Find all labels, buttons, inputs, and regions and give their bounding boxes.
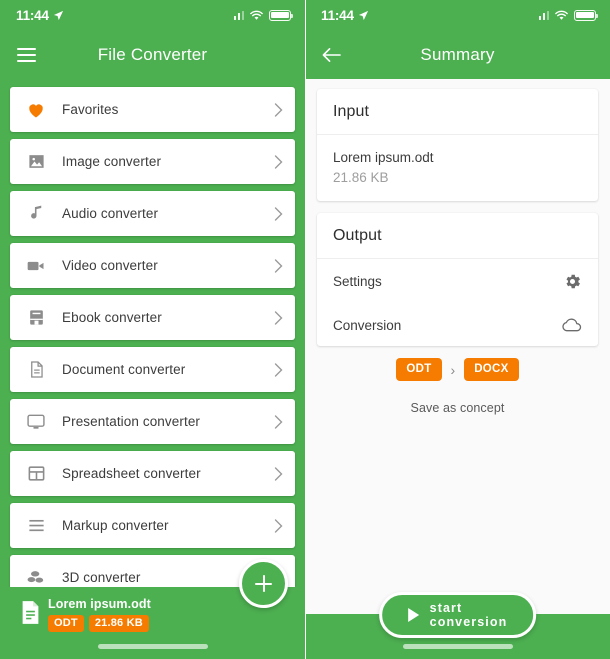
video-camera-icon bbox=[10, 256, 62, 276]
location-arrow-icon bbox=[53, 10, 63, 20]
selected-file-meta: Lorem ipsum.odt ODT 21.86 KB bbox=[48, 597, 151, 633]
chevron-right-icon bbox=[261, 206, 295, 221]
image-icon bbox=[10, 152, 62, 171]
output-panel: Output Settings Conversion bbox=[317, 213, 598, 347]
input-panel-body: Lorem ipsum.odt 21.86 KB bbox=[317, 135, 598, 201]
lines-icon bbox=[10, 516, 62, 535]
hamburger-menu-icon bbox=[16, 47, 36, 62]
source-format-chip[interactable]: ODT bbox=[396, 358, 442, 382]
list-item-label: Video converter bbox=[62, 258, 158, 273]
back-button[interactable] bbox=[305, 30, 357, 79]
list-item-label: Ebook converter bbox=[62, 310, 162, 325]
document-file-icon bbox=[12, 597, 48, 625]
cloud-icon[interactable] bbox=[561, 317, 582, 333]
wifi-icon bbox=[555, 10, 568, 20]
cellular-signal-icon bbox=[538, 10, 549, 20]
list-item-label: Audio converter bbox=[62, 206, 159, 221]
format-conversion-row: ODT › DOCX bbox=[317, 358, 598, 382]
list-item-image-converter[interactable]: Image converter bbox=[10, 139, 295, 184]
selected-file-name: Lorem ipsum.odt bbox=[48, 597, 151, 611]
right-screen-summary: 11:44 Summary Input Lorem ipsum.odt 21.8… bbox=[305, 0, 610, 659]
chevron-right-icon bbox=[261, 466, 295, 481]
cubes-3d-icon bbox=[10, 568, 62, 588]
start-conversion-label: start conversion bbox=[429, 601, 508, 629]
battery-full-icon bbox=[574, 9, 599, 21]
home-indicator-left bbox=[97, 644, 208, 649]
chevron-right-icon bbox=[261, 258, 295, 273]
converter-list-inner: Favorites Image converter Audio converte… bbox=[0, 87, 305, 600]
list-item-label: Document converter bbox=[62, 362, 186, 377]
heart-icon bbox=[10, 100, 62, 120]
input-file-size: 21.86 KB bbox=[333, 169, 389, 185]
add-file-fab-button[interactable] bbox=[239, 559, 288, 608]
list-item-audio-converter[interactable]: Audio converter bbox=[10, 191, 295, 236]
save-as-concept-link[interactable]: Save as concept bbox=[317, 401, 598, 415]
list-item-label: Presentation converter bbox=[62, 414, 201, 429]
status-bar-left: 11:44 bbox=[0, 0, 305, 30]
start-conversion-button[interactable]: start conversion bbox=[378, 592, 537, 638]
list-item-favorites[interactable]: Favorites bbox=[10, 87, 295, 132]
table-grid-icon bbox=[10, 464, 62, 483]
chevron-right-icon bbox=[261, 154, 295, 169]
chevron-right-icon bbox=[261, 414, 295, 429]
location-arrow-icon bbox=[358, 10, 368, 20]
list-item-video-converter[interactable]: Video converter bbox=[10, 243, 295, 288]
list-item-ebook-converter[interactable]: Ebook converter bbox=[10, 295, 295, 340]
output-row-conversion[interactable]: Conversion bbox=[317, 304, 598, 346]
back-arrow-icon bbox=[322, 47, 341, 62]
chevron-right-icon bbox=[261, 518, 295, 533]
list-item-label: Markup converter bbox=[62, 518, 169, 533]
monitor-icon bbox=[10, 412, 62, 432]
status-time: 11:44 bbox=[16, 7, 49, 23]
status-bar-left-group: 11:44 bbox=[321, 8, 369, 23]
status-bar-right: 11:44 bbox=[305, 0, 610, 30]
chevron-right-icon: › bbox=[450, 361, 456, 378]
list-item-label: Favorites bbox=[62, 102, 119, 117]
summary-content: Input Lorem ipsum.odt 21.86 KB Output Se… bbox=[305, 79, 610, 659]
menu-button[interactable] bbox=[0, 30, 52, 79]
output-panel-title: Output bbox=[317, 213, 598, 260]
cellular-signal-icon bbox=[233, 10, 244, 20]
list-item-markup-converter[interactable]: Markup converter bbox=[10, 503, 295, 548]
list-item-label: Spreadsheet converter bbox=[62, 466, 201, 481]
app-bar-right: Summary bbox=[305, 30, 610, 79]
book-icon bbox=[10, 308, 62, 327]
target-format-chip[interactable]: DOCX bbox=[464, 358, 519, 382]
output-row-settings[interactable]: Settings bbox=[317, 259, 598, 304]
document-icon bbox=[10, 360, 62, 379]
wifi-icon bbox=[250, 10, 263, 20]
gear-icon[interactable] bbox=[563, 272, 582, 291]
status-bar-right-group bbox=[538, 9, 599, 21]
selected-file-chips: ODT 21.86 KB bbox=[48, 615, 151, 633]
list-item-label: Image converter bbox=[62, 154, 162, 169]
output-row-label: Conversion bbox=[333, 317, 402, 333]
list-item-spreadsheet-converter[interactable]: Spreadsheet converter bbox=[10, 451, 295, 496]
plus-icon bbox=[255, 575, 272, 592]
chevron-right-icon bbox=[261, 102, 295, 117]
chevron-right-icon bbox=[261, 310, 295, 325]
file-size-chip: 21.86 KB bbox=[88, 615, 149, 633]
file-format-chip: ODT bbox=[48, 615, 84, 633]
music-note-icon bbox=[10, 204, 62, 223]
output-row-label: Settings bbox=[333, 274, 382, 290]
status-time: 11:44 bbox=[321, 7, 354, 23]
list-item-label: 3D converter bbox=[62, 570, 141, 585]
status-bar-left-group: 11:44 bbox=[16, 8, 64, 23]
home-indicator-right bbox=[402, 644, 513, 649]
input-panel: Input Lorem ipsum.odt 21.86 KB bbox=[317, 89, 598, 202]
play-icon bbox=[407, 608, 419, 622]
left-screen-file-converter: 11:44 File Converter Favorites Image con… bbox=[0, 0, 305, 659]
app-bar-left: File Converter bbox=[0, 30, 305, 79]
input-panel-title: Input bbox=[317, 89, 598, 135]
dual-screen-container: 11:44 File Converter Favorites Image con… bbox=[0, 0, 610, 659]
input-file-name: Lorem ipsum.odt bbox=[333, 150, 434, 165]
chevron-right-icon bbox=[261, 362, 295, 377]
status-bar-right-group bbox=[233, 9, 294, 21]
list-item-document-converter[interactable]: Document converter bbox=[10, 347, 295, 392]
list-item-presentation-converter[interactable]: Presentation converter bbox=[10, 399, 295, 444]
battery-full-icon bbox=[269, 9, 294, 21]
